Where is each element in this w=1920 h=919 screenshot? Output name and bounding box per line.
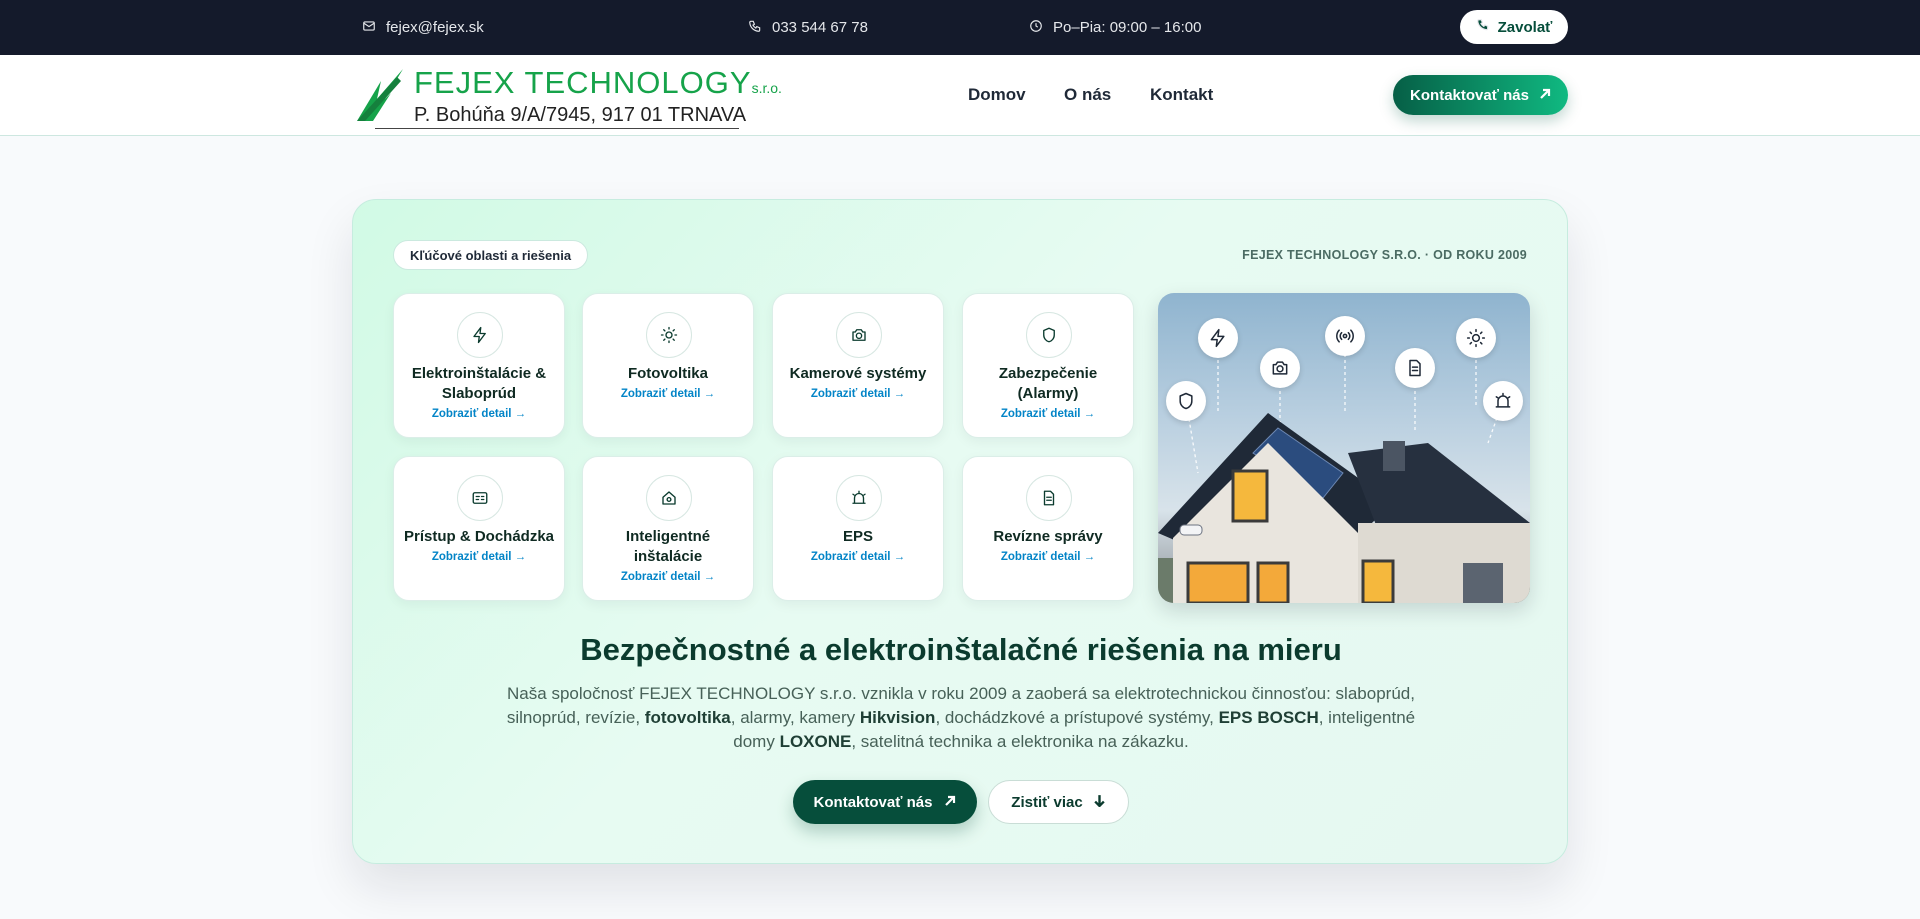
hero-description: Naša spoločnosť FEJEX TECHNOLOGY s.r.o. … bbox=[506, 684, 1416, 751]
wireless-signal-icon bbox=[1325, 316, 1365, 356]
site-header: FEJEX TECHNOLOGYs.r.o. P. Bohúňa 9/A/794… bbox=[0, 55, 1920, 136]
phone-text: 033 544 67 78 bbox=[772, 19, 868, 36]
alarm-bell-icon bbox=[1483, 381, 1523, 421]
hero-contact-label: Kontaktovať nás bbox=[813, 793, 933, 811]
tile-title: EPS bbox=[842, 528, 873, 545]
top-bar: fejex@fejex.sk 033 544 67 78 Po–Pia: 09:… bbox=[0, 0, 1920, 55]
tile-alarms[interactable]: Zabezpečenie (Alarmy) Zobraziť detail → bbox=[962, 293, 1134, 438]
phone-icon bbox=[748, 19, 762, 37]
clock-icon bbox=[1029, 19, 1043, 37]
call-button[interactable]: Zavolať bbox=[1460, 10, 1568, 44]
call-label: Zavolať bbox=[1497, 18, 1553, 36]
tile-detail-link[interactable]: Zobraziť detail → bbox=[781, 384, 935, 404]
hero-headline: Bezpečnostné a elektroinštalačné riešeni… bbox=[580, 632, 1342, 667]
tile-detail-link[interactable]: Zobraziť detail → bbox=[402, 547, 556, 567]
document-icon bbox=[1395, 348, 1435, 388]
header-contact-label: Kontaktovať nás bbox=[1410, 86, 1529, 104]
fire-alarm-icon bbox=[836, 475, 882, 521]
tile-detail-link[interactable]: Zobraziť detail → bbox=[971, 404, 1125, 424]
header-contact-button[interactable]: Kontaktovať nás bbox=[1393, 75, 1568, 115]
tile-title: Prístup & Dochádzka bbox=[403, 528, 555, 545]
logo-mark bbox=[357, 69, 403, 121]
tile-electro[interactable]: Elektroinštalácie & Slaboprúd Zobraziť de… bbox=[393, 293, 565, 438]
tile-detail-link[interactable]: Zobraziť detail → bbox=[781, 547, 935, 567]
nav-home[interactable]: Domov bbox=[968, 55, 1026, 135]
tile-detail-link[interactable]: Zobraziť detail → bbox=[971, 547, 1125, 567]
tile-title: Zabezpečenie (Alarmy) bbox=[998, 365, 1098, 402]
opening-hours: Po–Pia: 09:00 – 16:00 bbox=[1029, 0, 1201, 55]
company-since: FEJEX TECHNOLOGY S.R.O. · OD ROKU 2009 bbox=[1242, 248, 1527, 262]
tile-eps[interactable]: EPS Zobraziť detail → bbox=[772, 456, 944, 601]
tile-revisions[interactable]: Revízne správy Zobraziť detail → bbox=[962, 456, 1134, 601]
tile-title: Elektroinštalácie & Slaboprúd bbox=[411, 365, 547, 402]
hours-text: Po–Pia: 09:00 – 16:00 bbox=[1053, 19, 1202, 36]
tile-title: Inteligentné inštalácie bbox=[625, 528, 711, 565]
tile-access[interactable]: Prístup & Dochádzka Zobraziť detail → bbox=[393, 456, 565, 601]
camera-icon bbox=[836, 312, 882, 358]
id-card-icon bbox=[457, 475, 503, 521]
sun-icon bbox=[646, 312, 692, 358]
logo-title: FEJEX TECHNOLOGYs.r.o. bbox=[414, 65, 782, 100]
house-illustration bbox=[1158, 293, 1530, 603]
document-icon bbox=[1026, 475, 1072, 521]
phone-icon bbox=[1476, 18, 1490, 36]
email-contact[interactable]: fejex@fejex.sk bbox=[362, 0, 484, 55]
shield-icon bbox=[1166, 381, 1206, 421]
smart-home-icon bbox=[646, 475, 692, 521]
hero-contact-button[interactable]: Kontaktovať nás bbox=[793, 780, 977, 824]
arrow-down-icon bbox=[1093, 794, 1106, 811]
arrow-up-right-icon bbox=[1539, 87, 1551, 104]
hero-card: Kľúčové oblasti a riešenia FEJEX TECHNOL… bbox=[352, 199, 1568, 864]
lightning-icon bbox=[457, 312, 503, 358]
learn-more-label: Zistiť viac bbox=[1011, 793, 1083, 811]
shield-icon bbox=[1026, 312, 1072, 358]
key-areas-pill: Kľúčové oblasti a riešenia bbox=[393, 240, 589, 270]
tile-title: Kamerové systémy bbox=[789, 365, 927, 382]
tile-detail-link[interactable]: Zobraziť detail → bbox=[591, 567, 745, 587]
nav-contact[interactable]: Kontakt bbox=[1150, 55, 1213, 135]
arrow-up-right-icon bbox=[944, 794, 956, 811]
tile-cameras[interactable]: Kamerové systémy Zobraziť detail → bbox=[772, 293, 944, 438]
tile-detail-link[interactable]: Zobraziť detail → bbox=[591, 384, 745, 404]
camera-icon bbox=[1260, 348, 1300, 388]
email-text: fejex@fejex.sk bbox=[386, 19, 484, 36]
tile-title: Revízne správy bbox=[993, 528, 1103, 545]
mail-icon bbox=[362, 19, 376, 37]
company-logo[interactable]: FEJEX TECHNOLOGYs.r.o. P. Bohúňa 9/A/794… bbox=[357, 65, 782, 129]
tile-solar[interactable]: Fotovoltika Zobraziť detail → bbox=[582, 293, 754, 438]
tile-title: Fotovoltika bbox=[627, 365, 708, 382]
tile-smart[interactable]: Inteligentné inštalácie Zobraziť detail → bbox=[582, 456, 754, 601]
sun-icon bbox=[1456, 318, 1496, 358]
tile-detail-link[interactable]: Zobraziť detail → bbox=[402, 404, 556, 424]
nav-about[interactable]: O nás bbox=[1064, 55, 1111, 135]
learn-more-button[interactable]: Zistiť viac bbox=[988, 780, 1129, 824]
lightning-icon bbox=[1198, 318, 1238, 358]
phone-contact[interactable]: 033 544 67 78 bbox=[748, 0, 868, 55]
logo-address: P. Bohúňa 9/A/7945, 917 01 TRNAVA bbox=[414, 104, 747, 126]
logo-underline bbox=[375, 128, 739, 129]
